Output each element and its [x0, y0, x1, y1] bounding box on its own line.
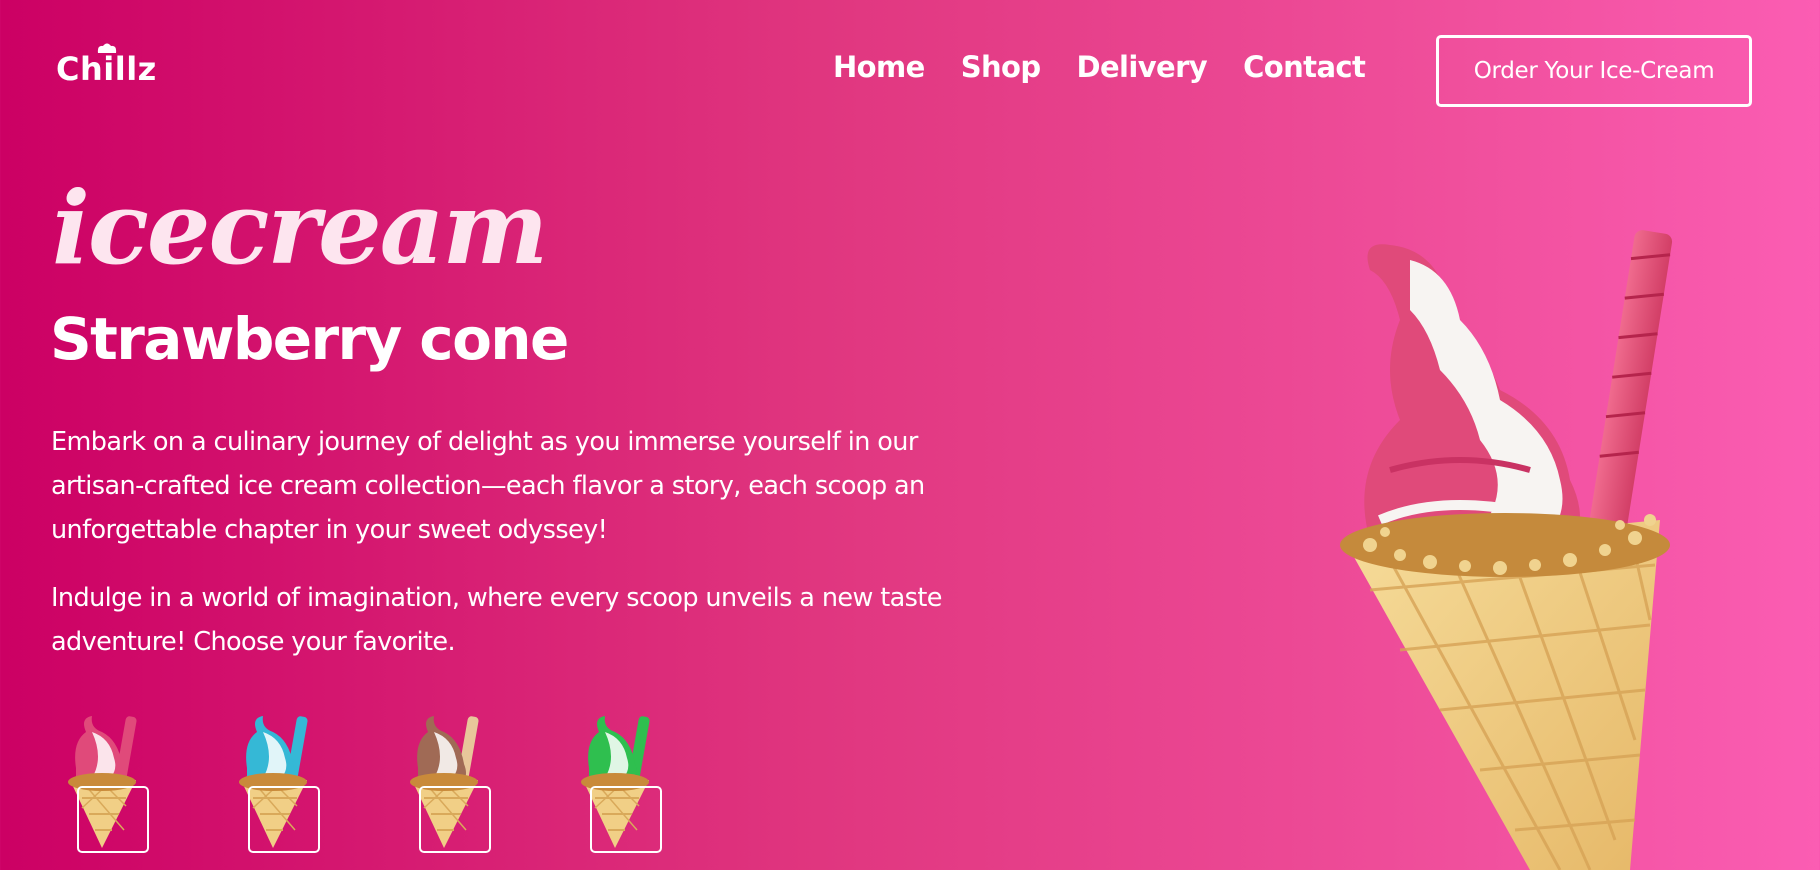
- flavor-thumb-blueberry[interactable]: [233, 708, 320, 853]
- logo[interactable]: Chillz: [56, 43, 157, 88]
- hero-script-word: icecream: [52, 169, 548, 287]
- flavor-thumb-chocolate[interactable]: [404, 708, 491, 853]
- hero-tagline: Indulge in a world of imagination, where…: [51, 583, 942, 657]
- logo-text: Chillz: [56, 50, 157, 88]
- flavor-thumb-mint[interactable]: [575, 708, 662, 853]
- main-nav: Home Shop Delivery Contact: [833, 50, 1366, 84]
- hero-description: Embark on a culinary journey of delight …: [51, 427, 925, 545]
- hero-strawberry-cone-image: [1340, 230, 1673, 870]
- thumb-frame: [419, 786, 491, 853]
- flavor-thumb-strawberry[interactable]: [62, 708, 149, 853]
- thumb-frame: [77, 786, 149, 853]
- chef-hat-icon: [97, 43, 117, 53]
- nav-contact[interactable]: Contact: [1243, 50, 1366, 84]
- order-ice-cream-button[interactable]: Order Your Ice-Cream: [1436, 35, 1752, 107]
- flavor-selector: [62, 708, 662, 853]
- nav-delivery[interactable]: Delivery: [1077, 50, 1208, 84]
- thumb-frame: [248, 786, 320, 853]
- page-title: Strawberry cone: [50, 305, 569, 373]
- nav-home[interactable]: Home: [833, 50, 925, 84]
- nav-shop[interactable]: Shop: [961, 50, 1041, 84]
- thumb-frame: [590, 786, 662, 853]
